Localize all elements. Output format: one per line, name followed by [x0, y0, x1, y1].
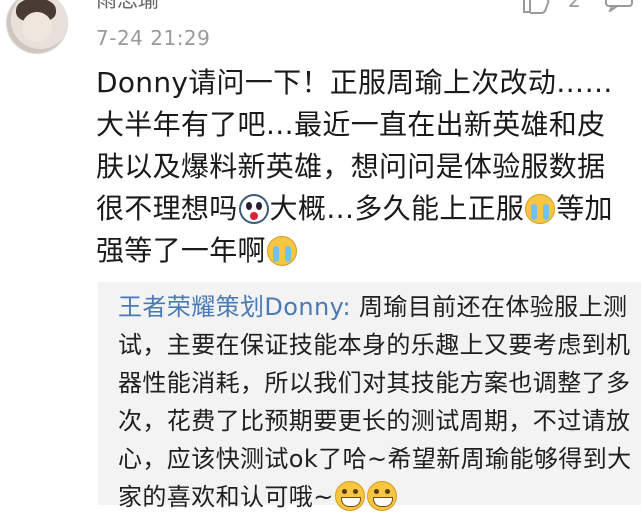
- comment-icon[interactable]: [604, 0, 634, 12]
- reply-box[interactable]: 王者荣耀策划Donny: 周瑜目前还在体验服上测试，主要在保证技能本身的乐趣上又…: [98, 282, 641, 511]
- comment-text-part2: 大概…多久能上正服: [269, 192, 525, 225]
- grinning-emoji-icon: [334, 481, 365, 511]
- avatar[interactable]: [6, 0, 68, 54]
- shocked-emoji-icon: [238, 194, 269, 224]
- comment-timestamp: 7-24 21:29: [96, 26, 211, 50]
- reply-body: 王者荣耀策划Donny: 周瑜目前还在体验服上测试，主要在保证技能本身的乐趣上又…: [118, 288, 634, 516]
- comment-body: Donny请问一下！正服周瑜上次改动……大半年有了吧…最近一直在出新英雄和皮肤以…: [96, 62, 632, 272]
- crying-emoji-icon: [266, 236, 297, 266]
- reply-text: 周瑜目前还在体验服上测试，主要在保证技能本身的乐趣上又要考虑到机器性能消耗，所以…: [118, 293, 632, 511]
- grinning-emoji-icon: [366, 481, 397, 511]
- comment-author[interactable]: 雨思瑜: [96, 0, 159, 12]
- like-icon[interactable]: [522, 0, 550, 14]
- avatar-face: [22, 12, 52, 42]
- reply-author[interactable]: 王者荣耀策划Donny:: [118, 293, 351, 321]
- like-count: 2: [568, 0, 581, 12]
- crying-emoji-icon: [525, 194, 556, 224]
